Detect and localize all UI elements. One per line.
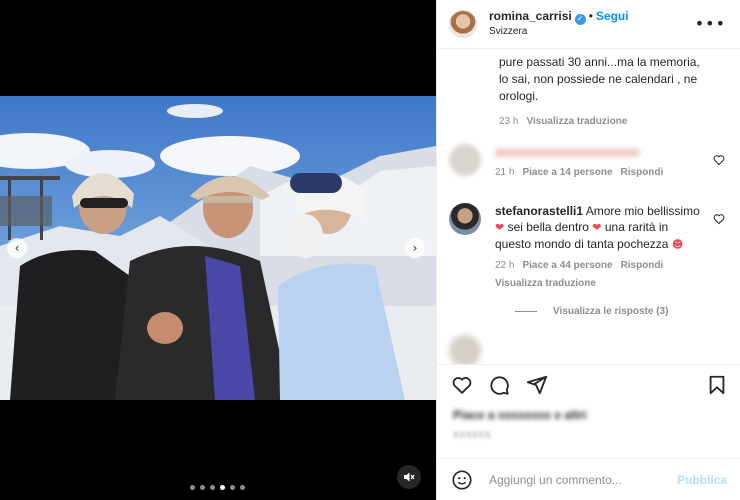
- chevron-left-icon[interactable]: ‹: [7, 238, 27, 258]
- comment-time: 21 h: [495, 167, 515, 178]
- carousel-dot: [200, 485, 205, 490]
- separator: •: [588, 9, 593, 24]
- author-username[interactable]: romina_carrisi: [489, 9, 572, 23]
- comment-item: stefanorastelli1 Amore mio bellissimo ❤ …: [449, 203, 725, 292]
- post-header: romina_carrisi ✓ • Segui Svizzera •••: [437, 0, 740, 48]
- mute-icon[interactable]: [397, 465, 421, 489]
- carousel-dot-active: [220, 485, 225, 490]
- carousel-dot: [210, 485, 215, 490]
- kiss-emoji-icon: ☻: [671, 238, 684, 251]
- comment-username[interactable]: stefanorastelli1: [495, 204, 583, 218]
- photo-illustration: [0, 96, 436, 400]
- heart-icon[interactable]: [451, 374, 473, 396]
- comment-input[interactable]: [489, 473, 669, 487]
- divider: [437, 364, 740, 365]
- action-bar: [451, 374, 731, 398]
- comments-list[interactable]: pure passati 30 anni...ma la memoria, lo…: [437, 48, 740, 364]
- comment-likes[interactable]: Piace a 44 persone: [522, 260, 612, 271]
- comment-text: bellissimo: [647, 204, 700, 218]
- publish-button[interactable]: Pubblica: [677, 473, 727, 487]
- caption-time: 23 h: [499, 116, 519, 127]
- post-location[interactable]: Svizzera: [489, 25, 629, 39]
- likes-summary[interactable]: Piace a xxxxxxxx e altri: [453, 408, 586, 422]
- comment-text: Amore mio: [585, 204, 644, 218]
- comment-item: xxxxxxxxxxxxxxxxxxxxxxxx 21 h Piace a 14 …: [449, 144, 725, 181]
- comment-likes[interactable]: Piace a 14 persone: [522, 167, 612, 178]
- carousel-dot: [190, 485, 195, 490]
- comment-text: pochezza: [617, 237, 669, 251]
- view-replies-label: Visualizza le risposte (3): [553, 306, 669, 317]
- comment-heart-icon[interactable]: [713, 154, 725, 166]
- commenter-avatar[interactable]: [449, 144, 481, 176]
- avatar[interactable]: [449, 10, 477, 38]
- more-options-icon[interactable]: •••: [695, 14, 726, 33]
- commenter-avatar[interactable]: [449, 203, 481, 235]
- add-comment-bar: Pubblica: [437, 460, 740, 500]
- comment-translate-link[interactable]: Visualizza traduzione: [495, 278, 596, 289]
- caption-line: pure passati 30 anni...ma la memoria,: [499, 55, 700, 69]
- comment-heart-icon[interactable]: [713, 213, 725, 225]
- commenter-avatar[interactable]: [449, 335, 481, 364]
- red-heart-emoji: ❤: [592, 221, 602, 234]
- carousel-dots: [190, 485, 245, 490]
- post-photo[interactable]: [0, 96, 436, 400]
- post-date: XXXXXX: [453, 430, 491, 440]
- reply-button[interactable]: Rispondi: [621, 260, 664, 271]
- verified-badge-icon: ✓: [574, 13, 586, 25]
- view-replies-button[interactable]: Visualizza le risposte (3): [515, 306, 725, 317]
- caption-text: pure passati 30 anni...ma la memoria, lo…: [499, 54, 729, 130]
- comment-item-partial: [449, 335, 725, 364]
- reply-button[interactable]: Rispondi: [621, 167, 664, 178]
- divider: [437, 458, 740, 459]
- comment-text-blurred: xxxxxxxxxxxxxxxxxxxxxxxx: [495, 145, 639, 159]
- carousel-dot: [240, 485, 245, 490]
- follow-button[interactable]: Segui: [596, 9, 629, 23]
- replies-line: [515, 311, 537, 312]
- red-heart-emoji: ❤: [495, 221, 505, 234]
- comment-icon[interactable]: [488, 374, 510, 396]
- comment-time: 22 h: [495, 260, 515, 271]
- share-icon[interactable]: [526, 374, 548, 396]
- carousel-dot: [230, 485, 235, 490]
- caption-line: orologi.: [499, 89, 539, 103]
- comment-text: sei bella dentro: [507, 220, 589, 234]
- caption-translate-link[interactable]: Visualizza traduzione: [526, 116, 627, 127]
- bookmark-icon[interactable]: [706, 374, 728, 396]
- caption-line: lo sai, non possiede ne calendari , ne: [499, 72, 698, 86]
- post-side-panel: romina_carrisi ✓ • Segui Svizzera ••• pure …: [436, 0, 740, 500]
- chevron-right-icon[interactable]: ›: [405, 238, 425, 258]
- media-pane: ‹ ›: [0, 0, 436, 500]
- emoji-icon[interactable]: [451, 469, 473, 491]
